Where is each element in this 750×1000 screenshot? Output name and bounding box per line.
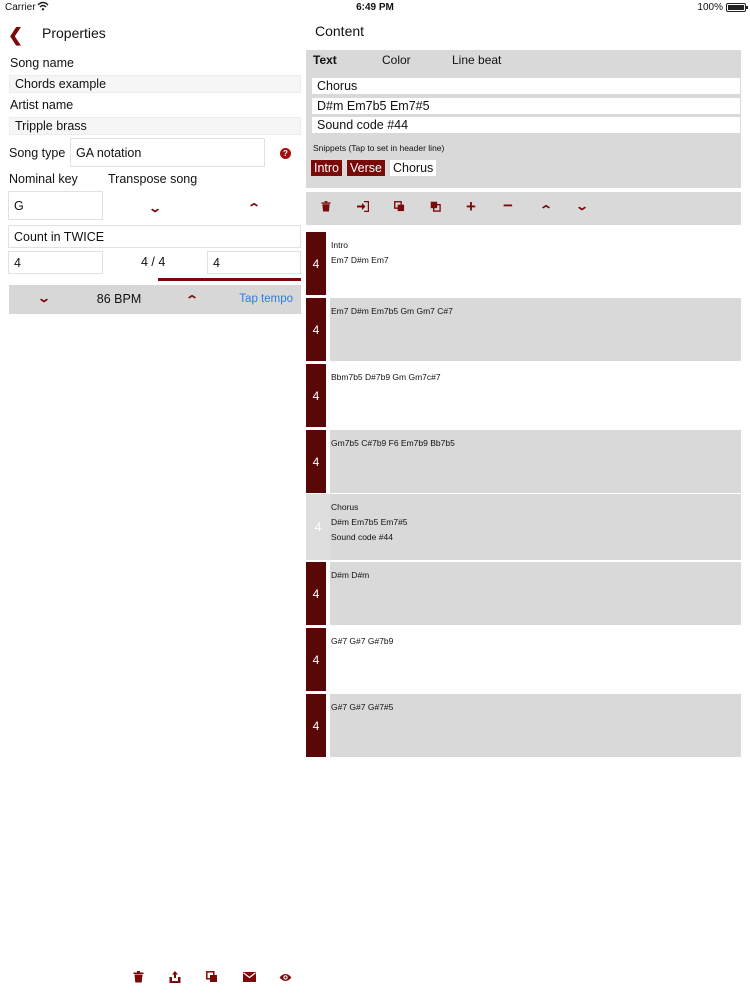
line-toolbar: + − ⌃ ⌄ (306, 192, 741, 225)
transpose-song-label: Transpose song (108, 172, 198, 186)
song-type-value: GA notation (76, 145, 142, 160)
line-row-text: G#7 G#7 G#7b9 (331, 636, 394, 646)
remove-line-icon[interactable]: − (503, 197, 513, 214)
list-item[interactable]: 4 D#m D#m (306, 562, 741, 625)
delete-line-icon[interactable] (321, 201, 331, 214)
count-in-field[interactable]: Count in TWICE (8, 225, 301, 248)
line-row-text: Em7 D#m Em7b5 Gm Gm7 C#7 (331, 306, 453, 316)
insert-line-icon[interactable] (357, 200, 370, 214)
line-text: G#7 G#7 G#7b9 (330, 628, 741, 691)
clock: 6:49 PM (356, 2, 394, 13)
line-beat-badge: 4 (306, 232, 326, 295)
duplicate-icon[interactable] (206, 971, 218, 986)
move-up-icon[interactable]: ⌃ (539, 204, 553, 216)
back-chevron-icon[interactable]: ❮ (8, 25, 23, 46)
signature-underline (158, 278, 301, 281)
status-bar: Carrier 6:49 PM 100% (0, 0, 750, 16)
snippet-verse[interactable]: Verse (347, 160, 385, 176)
line-row-text: Sound code #44 (331, 532, 393, 542)
line-beat-badge: 4 (306, 364, 326, 427)
line-beat-badge: 4 (306, 494, 330, 560)
nominal-key-field[interactable]: G (8, 191, 103, 220)
line-text: Gm7b5 C#7b9 F6 Em7b9 Bb7b5 (330, 430, 741, 493)
artist-name-value: Tripple brass (15, 119, 87, 133)
signature-value: 4 (213, 255, 220, 270)
tempo-up-icon[interactable]: ⌃ (185, 294, 199, 306)
count-in-value: Count in TWICE (14, 229, 105, 244)
artist-name-label: Artist name (10, 98, 74, 112)
format-tabs (306, 50, 741, 79)
artist-name-field[interactable]: Tripple brass (9, 117, 301, 135)
line-beat-badge: 4 (306, 298, 326, 361)
list-item[interactable]: 4 Intro Em7 D#m Em7 (306, 232, 741, 295)
tempo-bar: ⌄ 86 BPM ⌃ Tap tempo (9, 285, 301, 314)
help-icon[interactable]: ? (280, 148, 291, 159)
tap-tempo-button[interactable]: Tap tempo (239, 293, 293, 305)
line-text: G#7 G#7 G#7#5 (330, 694, 741, 757)
nominal-key-label: Nominal key (9, 172, 78, 186)
line-beat-badge: 4 (306, 628, 326, 691)
snippet-intro[interactable]: Intro (311, 160, 343, 176)
line-text: D#m D#m (330, 562, 741, 625)
content-title: Content (315, 23, 365, 39)
header-line-3-field[interactable]: Sound code #44 (312, 117, 740, 133)
list-item[interactable]: 4 Gm7b5 C#7b9 F6 Em7b9 Bb7b5 (306, 430, 741, 493)
tab-line-beat[interactable]: Line beat (452, 53, 501, 67)
transpose-up-icon[interactable]: ⌃ (247, 202, 261, 214)
list-item[interactable]: 4 G#7 G#7 G#7b9 (306, 628, 741, 691)
paste-line-icon[interactable] (430, 201, 441, 214)
beats-value: 4 (14, 255, 21, 270)
line-beat-badge: 4 (306, 694, 326, 757)
beats-field[interactable]: 4 (8, 251, 103, 274)
tab-color[interactable]: Color (382, 53, 411, 67)
tab-text[interactable]: Text (313, 53, 337, 67)
export-icon[interactable] (169, 971, 181, 986)
line-row-text: D#m D#m (331, 570, 370, 580)
battery-percent: 100% (697, 2, 723, 13)
bottom-toolbar (0, 971, 305, 995)
line-row-text: Intro (331, 240, 349, 250)
line-beat-badge: 4 (306, 430, 326, 493)
song-name-field[interactable]: Chords example (9, 75, 301, 93)
song-type-label: Song type (9, 146, 66, 160)
song-name-value: Chords example (15, 77, 107, 91)
line-beat-badge: 4 (306, 562, 326, 625)
properties-panel: ❮ Properties Song name Chords example Ar… (0, 16, 305, 1000)
line-text: Bbm7b5 D#7b9 Gm Gm7c#7 (330, 364, 741, 427)
line-row-text: D#m Em7b5 Em7#5 (331, 517, 408, 527)
signature-field[interactable]: 4 (207, 251, 301, 274)
header-line-2-field[interactable]: D#m Em7b5 Em7#5 (312, 98, 740, 114)
nominal-key-value: G (14, 198, 24, 213)
header-line-1-field[interactable]: Chorus (312, 78, 740, 94)
line-text: Em7 D#m Em7b5 Gm Gm7 C#7 (330, 298, 741, 361)
line-text: Chorus D#m Em7b5 Em7#5 Sound code #44 (330, 494, 741, 560)
list-item[interactable]: 4 Bbm7b5 D#7b9 Gm Gm7c#7 (306, 364, 741, 427)
transpose-down-icon[interactable]: ⌄ (148, 202, 162, 214)
add-line-icon[interactable]: + (466, 198, 476, 215)
snippet-chorus[interactable]: Chorus (390, 160, 437, 176)
line-row-text: Em7 D#m Em7 (331, 255, 389, 265)
properties-title: Properties (42, 25, 106, 41)
trash-icon[interactable] (133, 971, 144, 986)
song-name-label: Song name (10, 56, 74, 70)
list-item[interactable]: 4 Chorus D#m Em7b5 Em7#5 Sound code #44 (306, 494, 741, 560)
line-row-text: Chorus (331, 502, 359, 512)
snippets-hint: Snippets (Tap to set in header line) (313, 143, 445, 153)
line-row-text: G#7 G#7 G#7#5 (331, 702, 394, 712)
time-signature: 4 / 4 (141, 255, 166, 269)
copy-line-icon[interactable] (394, 201, 405, 214)
line-row-text: Bbm7b5 D#7b9 Gm Gm7c#7 (331, 372, 441, 382)
preview-eye-icon[interactable] (279, 971, 292, 985)
battery-icon (726, 3, 748, 12)
list-item[interactable]: 4 Em7 D#m Em7b5 Gm Gm7 C#7 (306, 298, 741, 361)
list-item[interactable]: 4 G#7 G#7 G#7#5 (306, 694, 741, 757)
line-row-text: Gm7b5 C#7b9 F6 Em7b9 Bb7b5 (331, 438, 455, 448)
move-down-icon[interactable]: ⌄ (575, 200, 589, 212)
line-text: Intro Em7 D#m Em7 (330, 232, 741, 295)
song-type-field[interactable]: GA notation (70, 138, 265, 167)
content-panel: Content Text Color Line beat Chorus D#m … (305, 16, 750, 1000)
mail-icon[interactable] (243, 971, 256, 985)
